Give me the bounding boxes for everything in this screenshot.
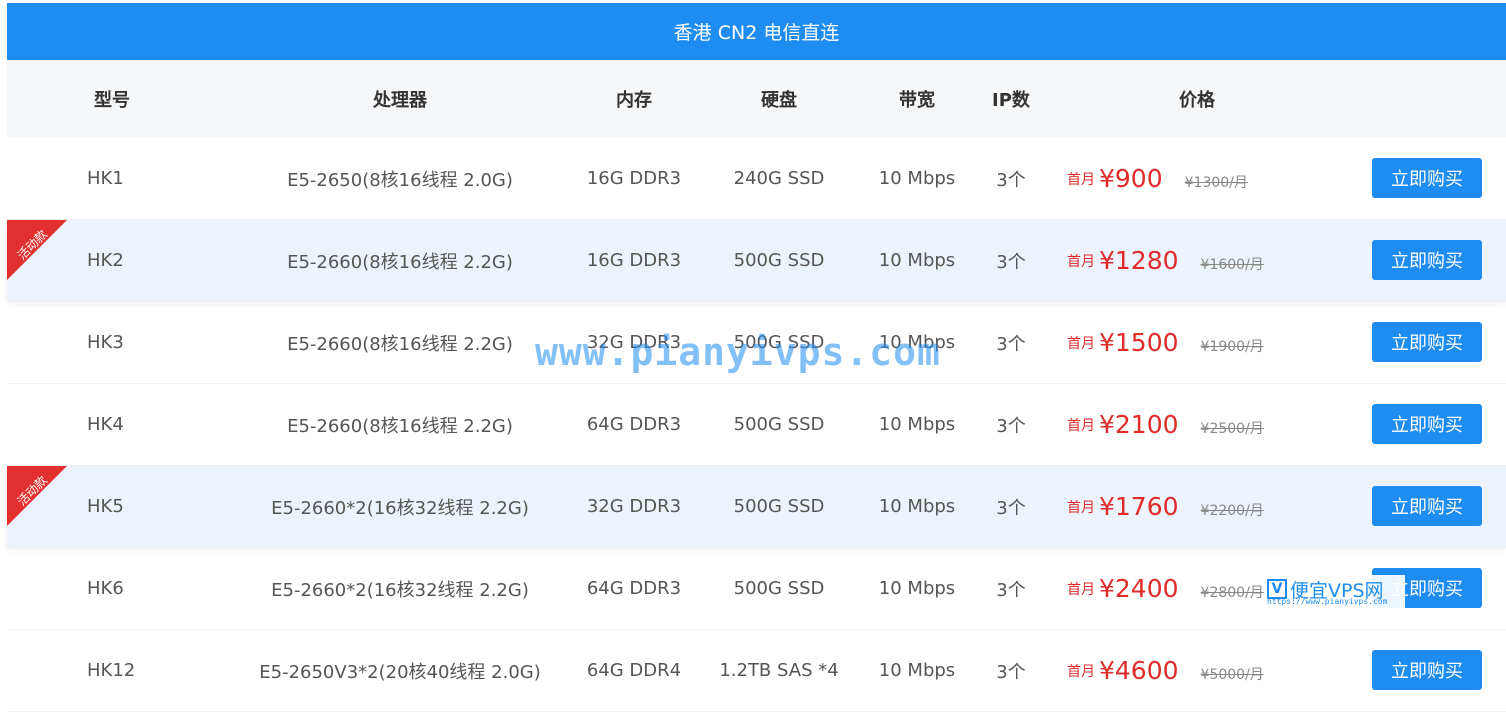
price-value: ¥1280: [1099, 246, 1179, 275]
buy-button[interactable]: 立即购买: [1372, 158, 1482, 198]
cell-ip: 3个: [996, 169, 1026, 191]
cell-cpu: E5-2660*2(16核32线程 2.2G): [271, 579, 529, 601]
price-value: ¥4600: [1099, 656, 1179, 685]
cell-memory: 64G DDR3: [586, 414, 682, 435]
cell-ip: 3个: [996, 251, 1026, 273]
table-body: HK1 E5-2650(8核16线程 2.0G) 16G DDR3 240G SSD 1…: [7, 138, 1506, 712]
buy-button[interactable]: 立即购买: [1372, 650, 1482, 690]
cell-bandwidth: 10 Mbps: [878, 578, 956, 599]
price-prefix: 首月: [1067, 417, 1095, 434]
cell-ip: 3个: [996, 333, 1026, 355]
cell-price: 首月 ¥2100 ¥2500/月: [1067, 384, 1327, 465]
cell-ip: 3个: [996, 579, 1026, 601]
price-prefix: 首月: [1067, 663, 1095, 680]
price-original: ¥2200/月: [1200, 502, 1264, 519]
price-original: ¥2500/月: [1200, 420, 1264, 437]
price-original: ¥1300/月: [1184, 174, 1248, 191]
cell-cpu: E5-2650V3*2(20核40线程 2.0G): [259, 661, 541, 683]
header-model: 型号: [94, 90, 130, 111]
cell-price: 首月 ¥4600 ¥5000/月: [1067, 630, 1327, 711]
cell-disk: 500G SSD: [733, 250, 825, 271]
site-logo: V 便宜VPS网 https://www.pianyivps.com: [1265, 575, 1405, 608]
cell-disk: 500G SSD: [733, 578, 825, 599]
cell-model: HK12: [87, 660, 136, 681]
cell-cpu: E5-2660*2(16核32线程 2.2G): [271, 497, 529, 519]
table-row: 活动款 HK2 E5-2660(8核16线程 2.2G) 16G DDR3 500G S…: [7, 220, 1506, 302]
cell-cpu: E5-2660(8核16线程 2.2G): [287, 333, 513, 355]
header-disk: 硬盘: [761, 90, 797, 111]
cell-memory: 64G DDR3: [586, 578, 682, 599]
cell-model: HK6: [87, 578, 124, 599]
cell-cpu: E5-2660(8核16线程 2.2G): [287, 251, 513, 273]
table-header: 型号 处理器 内存 硬盘 带宽 IP数 价格: [7, 60, 1506, 138]
table-row: HK12 E5-2650V3*2(20核40线程 2.0G) 64G DDR4 1.2…: [7, 630, 1506, 712]
table-row: HK4 E5-2660(8核16线程 2.2G) 64G DDR3 500G SSD 1…: [7, 384, 1506, 466]
watermark-text: www.pianyivps.com: [535, 330, 941, 374]
cell-ip: 3个: [996, 497, 1026, 519]
price-original: ¥2800/月: [1200, 584, 1264, 601]
cell-price: 首月 ¥1760 ¥2200/月: [1067, 466, 1327, 547]
cell-ip: 3个: [996, 415, 1026, 437]
price-value: ¥1500: [1099, 328, 1179, 357]
buy-button[interactable]: 立即购买: [1372, 240, 1482, 280]
price-value: ¥2400: [1099, 574, 1179, 603]
cell-disk: 240G SSD: [733, 168, 825, 189]
cell-bandwidth: 10 Mbps: [878, 250, 956, 271]
logo-url: https://www.pianyivps.com: [1267, 597, 1388, 606]
price-original: ¥5000/月: [1200, 666, 1264, 683]
table-row: 活动款 HK5 E5-2660*2(16核32线程 2.2G) 32G DDR3 500…: [7, 466, 1506, 548]
price-value: ¥1760: [1099, 492, 1179, 521]
price-value: ¥2100: [1099, 410, 1179, 439]
cell-model: HK3: [87, 332, 124, 353]
cell-price: 首月 ¥1280 ¥1600/月: [1067, 220, 1327, 301]
buy-button[interactable]: 立即购买: [1372, 322, 1482, 362]
cell-bandwidth: 10 Mbps: [878, 496, 956, 517]
cell-disk: 500G SSD: [733, 414, 825, 435]
price-prefix: 首月: [1067, 581, 1095, 598]
cell-disk: 1.2TB SAS *4: [719, 660, 839, 681]
cell-price: 首月 ¥900 ¥1300/月: [1067, 138, 1327, 219]
price-value: ¥900: [1099, 164, 1163, 193]
price-original: ¥1900/月: [1200, 338, 1264, 355]
header-memory: 内存: [616, 90, 652, 111]
cell-bandwidth: 10 Mbps: [878, 660, 956, 681]
price-prefix: 首月: [1067, 499, 1095, 516]
header-price: 价格: [1179, 90, 1215, 111]
cell-ip: 3个: [996, 661, 1026, 683]
cell-cpu: E5-2650(8核16线程 2.0G): [287, 169, 513, 191]
cell-bandwidth: 10 Mbps: [878, 168, 956, 189]
cell-memory: 64G DDR4: [586, 660, 682, 681]
cell-memory: 16G DDR3: [586, 250, 682, 271]
cell-cpu: E5-2660(8核16线程 2.2G): [287, 415, 513, 437]
cell-model: HK4: [87, 414, 124, 435]
cell-disk: 500G SSD: [733, 496, 825, 517]
price-prefix: 首月: [1067, 253, 1095, 270]
buy-button[interactable]: 立即购买: [1372, 404, 1482, 444]
buy-button[interactable]: 立即购买: [1372, 486, 1482, 526]
price-original: ¥1600/月: [1200, 256, 1264, 273]
cell-price: 首月 ¥1500 ¥1900/月: [1067, 302, 1327, 383]
cell-bandwidth: 10 Mbps: [878, 414, 956, 435]
cell-memory: 32G DDR3: [586, 496, 682, 517]
cell-model: HK5: [87, 496, 124, 517]
header-cpu: 处理器: [373, 90, 427, 111]
cell-memory: 16G DDR3: [586, 168, 682, 189]
cell-model: HK1: [87, 168, 124, 189]
cell-model: HK2: [87, 250, 124, 271]
table-row: HK1 E5-2650(8核16线程 2.0G) 16G DDR3 240G SSD 1…: [7, 138, 1506, 220]
table-title: 香港 CN2 电信直连: [7, 3, 1506, 60]
price-prefix: 首月: [1067, 335, 1095, 352]
header-bandwidth: 带宽: [899, 90, 935, 111]
header-ip: IP数: [992, 90, 1030, 111]
price-prefix: 首月: [1067, 171, 1095, 188]
logo-v-icon: V: [1267, 579, 1287, 599]
